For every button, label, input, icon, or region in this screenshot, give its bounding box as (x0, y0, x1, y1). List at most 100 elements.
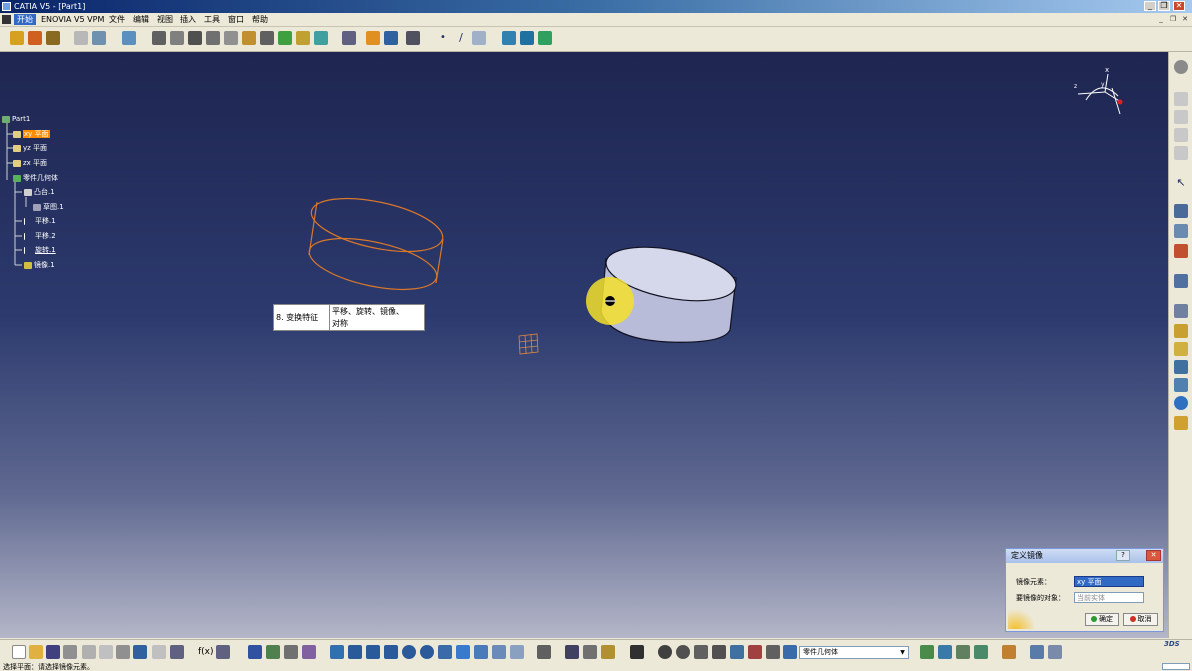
line-icon[interactable]: / (454, 31, 468, 45)
apply-material-icon[interactable] (502, 31, 516, 45)
groove-icon[interactable] (206, 31, 220, 45)
dialog-close-button[interactable]: ✕ (1146, 550, 1161, 561)
remove-icon[interactable] (748, 645, 762, 659)
grid-icon[interactable] (384, 31, 398, 45)
undo-icon[interactable] (133, 645, 147, 659)
catalog-icon[interactable] (520, 31, 534, 45)
globe-icon[interactable] (1174, 396, 1188, 410)
tree-node-xy-plane[interactable]: xy 平面 (13, 129, 50, 139)
menu-enovia[interactable]: ENOVIA V5 VPM (41, 14, 104, 25)
fit-all-icon[interactable] (348, 645, 362, 659)
boolean-icon[interactable] (730, 645, 744, 659)
shading-icon[interactable] (474, 645, 488, 659)
zoom-in-icon[interactable] (402, 645, 416, 659)
pocket-icon[interactable] (170, 31, 184, 45)
hide-show-icon[interactable] (492, 645, 506, 659)
pad-icon[interactable] (152, 31, 166, 45)
apply-icon[interactable] (1048, 645, 1062, 659)
close-button[interactable]: ✕ (1173, 1, 1185, 11)
body-selector-combo[interactable]: 零件几何体 ▼ (799, 646, 909, 659)
formula-icon[interactable]: f(x) (198, 645, 214, 659)
cancel-button[interactable]: 取消 (1123, 613, 1158, 626)
annotation-icon[interactable] (342, 31, 356, 45)
tree-node-sketch[interactable]: 草图.1 (33, 202, 64, 212)
normal-view-icon[interactable] (438, 645, 452, 659)
menu-tools[interactable]: 工具 (204, 14, 220, 25)
slot-icon[interactable] (260, 31, 274, 45)
loft-icon[interactable] (278, 31, 292, 45)
menu-start[interactable]: 开始 (14, 14, 36, 25)
workbench-icon[interactable] (10, 31, 24, 45)
shading-icon[interactable] (1174, 324, 1188, 338)
hand-icon[interactable] (1002, 645, 1016, 659)
separator-icon[interactable] (766, 645, 780, 659)
minimize-button[interactable]: _ (1144, 1, 1156, 11)
mdi-restore-button[interactable]: ❐ (1168, 14, 1178, 24)
mdi-minimize-button[interactable]: _ (1156, 14, 1166, 24)
axis-system-icon[interactable] (694, 645, 708, 659)
rotate-icon[interactable] (384, 645, 398, 659)
iso-view-icon[interactable] (456, 645, 470, 659)
dialog-title-bar[interactable]: 定义镜像 ? ✕ (1006, 549, 1163, 563)
remove-loft-icon[interactable] (296, 31, 310, 45)
menu-view[interactable]: 视图 (157, 14, 173, 25)
sketch-icon[interactable] (74, 31, 88, 45)
analysis-icon[interactable] (676, 645, 690, 659)
body-icon[interactable] (122, 31, 136, 45)
stiffener-icon[interactable] (314, 31, 328, 45)
sketch-analysis-icon[interactable] (92, 31, 106, 45)
mirror-element-field[interactable]: xy 平面 (1074, 576, 1144, 587)
hide-show-icon[interactable] (1174, 360, 1188, 374)
save-icon[interactable] (46, 645, 60, 659)
menu-app-icon[interactable] (2, 15, 11, 24)
menu-help[interactable]: 帮助 (252, 14, 268, 25)
new-file-icon[interactable] (12, 645, 26, 659)
gear-icon[interactable] (1174, 60, 1188, 74)
tree-node-translate-1[interactable]: 平移.1 (24, 216, 56, 226)
define-work-object-icon[interactable] (783, 645, 797, 659)
shaft-icon[interactable] (188, 31, 202, 45)
mdi-close-button[interactable]: ✕ (1180, 14, 1190, 24)
comment-icon[interactable] (216, 645, 230, 659)
zoom-out-icon[interactable] (420, 645, 434, 659)
tree-node-mirror[interactable]: 镜像.1 (24, 260, 55, 270)
pan-icon[interactable] (366, 645, 380, 659)
fly-mode-icon[interactable] (330, 645, 344, 659)
whats-this-icon[interactable] (170, 645, 184, 659)
menu-file[interactable]: 文件 (109, 14, 125, 25)
normal-view-icon[interactable] (1174, 416, 1188, 430)
menu-window[interactable]: 窗口 (228, 14, 244, 25)
table-icon[interactable] (248, 645, 262, 659)
analysis-icon[interactable] (1174, 146, 1188, 160)
grid-icon[interactable] (712, 645, 726, 659)
fit-all-icon[interactable] (1174, 204, 1188, 218)
workbench-icon[interactable] (46, 31, 60, 45)
analysis-icon[interactable] (1174, 128, 1188, 142)
capture-icon[interactable] (284, 645, 298, 659)
command-input[interactable] (1162, 663, 1190, 670)
tool-icon[interactable] (302, 645, 316, 659)
hole-icon[interactable] (224, 31, 238, 45)
copy-icon[interactable] (99, 645, 113, 659)
menu-edit[interactable]: 编辑 (133, 14, 149, 25)
redo-icon[interactable] (152, 645, 166, 659)
cut-icon[interactable] (82, 645, 96, 659)
measure-icon[interactable] (601, 645, 615, 659)
tree-icon[interactable] (266, 645, 280, 659)
tree-node-rotate[interactable]: 旋转.1 (24, 245, 56, 255)
pan-icon[interactable] (1174, 224, 1188, 238)
zoom-icon[interactable] (1174, 274, 1188, 288)
analysis-icon[interactable] (1174, 110, 1188, 124)
tree-node-yz-plane[interactable]: yz 平面 (13, 143, 47, 153)
swap-space-icon[interactable] (1174, 378, 1188, 392)
3d-viewport[interactable]: x y z Part1 xy 平面 yz 平面 zx 平面 零件几何体 凸台.1… (0, 52, 1168, 638)
compass[interactable] (1077, 73, 1123, 115)
plane-icon[interactable] (472, 31, 486, 45)
surface-icon[interactable] (920, 645, 934, 659)
workbench-icon[interactable] (28, 31, 42, 45)
dialog-help-button[interactable]: ? (1116, 550, 1130, 561)
reorder-icon[interactable] (537, 645, 551, 659)
knowledge-icon[interactable] (538, 31, 552, 45)
point-icon[interactable]: • (436, 31, 450, 45)
wireframe-icon[interactable] (938, 645, 952, 659)
